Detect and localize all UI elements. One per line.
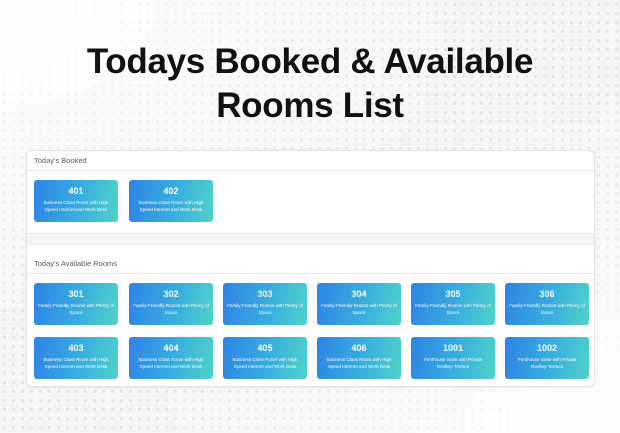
room-description: Family-Friendly Rooms with Plenty of Spa… bbox=[321, 303, 397, 315]
room-description: Business Class Room with High Speed Inte… bbox=[43, 200, 109, 212]
room-number: 305 bbox=[445, 289, 461, 299]
room-description: Family-Friendly Rooms with Plenty of Spa… bbox=[415, 303, 491, 315]
page-title-line-2: Rooms List bbox=[216, 86, 404, 125]
available-room-card[interactable]: 305 Family-Friendly Rooms with Plenty of… bbox=[411, 283, 495, 325]
available-section-heading: Today's Available Rooms bbox=[27, 254, 594, 274]
room-description: Family-Friendly Rooms with Plenty of Spa… bbox=[38, 303, 114, 315]
available-room-card[interactable]: 301 Family-Friendly Rooms with Plenty of… bbox=[34, 283, 118, 325]
room-number: 306 bbox=[539, 289, 555, 299]
section-divider bbox=[27, 233, 594, 245]
room-number: 301 bbox=[68, 289, 84, 299]
room-number: 302 bbox=[163, 289, 179, 299]
room-number: 404 bbox=[163, 343, 179, 353]
room-description: Family-Friendly Rooms with Plenty of Spa… bbox=[509, 303, 585, 315]
available-room-card[interactable]: 303 Family-Friendly Rooms with Plenty of… bbox=[223, 283, 307, 325]
room-number: 303 bbox=[257, 289, 273, 299]
available-room-card[interactable]: 306 Family-Friendly Rooms with Plenty of… bbox=[505, 283, 589, 325]
room-number: 401 bbox=[68, 186, 84, 196]
booked-section-heading: Today's Booked bbox=[27, 151, 594, 171]
booked-room-card[interactable]: 402 Business Class Room with High Speed … bbox=[129, 180, 213, 222]
room-number: 402 bbox=[163, 186, 179, 196]
booked-room-card[interactable]: 401 Business Class Room with High Speed … bbox=[34, 180, 118, 222]
room-description: Business Class Room with High Speed Inte… bbox=[232, 357, 298, 369]
room-description: Business Class Room with High Speed Inte… bbox=[138, 200, 204, 212]
page-title-line-1: Todays Booked & Available bbox=[86, 42, 534, 81]
room-number: 1002 bbox=[536, 343, 558, 353]
room-number: 406 bbox=[351, 343, 367, 353]
room-description: Family-Friendly Rooms with Plenty of Spa… bbox=[133, 303, 209, 315]
available-room-card[interactable]: 406 Business Class Room with High Speed … bbox=[317, 337, 401, 379]
room-number: 1001 bbox=[442, 343, 464, 353]
available-room-card[interactable]: 404 Business Class Room with High Speed … bbox=[129, 337, 213, 379]
available-room-card[interactable]: 405 Business Class Room with High Speed … bbox=[223, 337, 307, 379]
room-number: 304 bbox=[351, 289, 367, 299]
room-description: Business Class Room with High Speed Inte… bbox=[326, 357, 392, 369]
room-description: Business Class Room with High Speed Inte… bbox=[138, 357, 204, 369]
room-description: Penthouse Suite with Private Rooftop Ter… bbox=[423, 357, 483, 369]
rooms-panel: Today's Booked 401 Business Class Room w… bbox=[26, 150, 595, 387]
available-room-card[interactable]: 1001 Penthouse Suite with Private Roofto… bbox=[411, 337, 495, 379]
room-number: 405 bbox=[257, 343, 273, 353]
page-title: Todays Booked & Available Rooms List bbox=[0, 40, 620, 128]
room-number: 403 bbox=[68, 343, 84, 353]
room-description: Business Class Room with High Speed Inte… bbox=[43, 357, 109, 369]
available-room-card[interactable]: 403 Business Class Room with High Speed … bbox=[34, 337, 118, 379]
available-room-card[interactable]: 302 Family-Friendly Rooms with Plenty of… bbox=[129, 283, 213, 325]
room-description: Family-Friendly Rooms with Plenty of Spa… bbox=[227, 303, 303, 315]
available-room-card[interactable]: 304 Family-Friendly Rooms with Plenty of… bbox=[317, 283, 401, 325]
available-room-card[interactable]: 1002 Penthouse Suite with Private Roofto… bbox=[505, 337, 589, 379]
room-description: Penthouse Suite with Private Rooftop Ter… bbox=[517, 357, 577, 369]
